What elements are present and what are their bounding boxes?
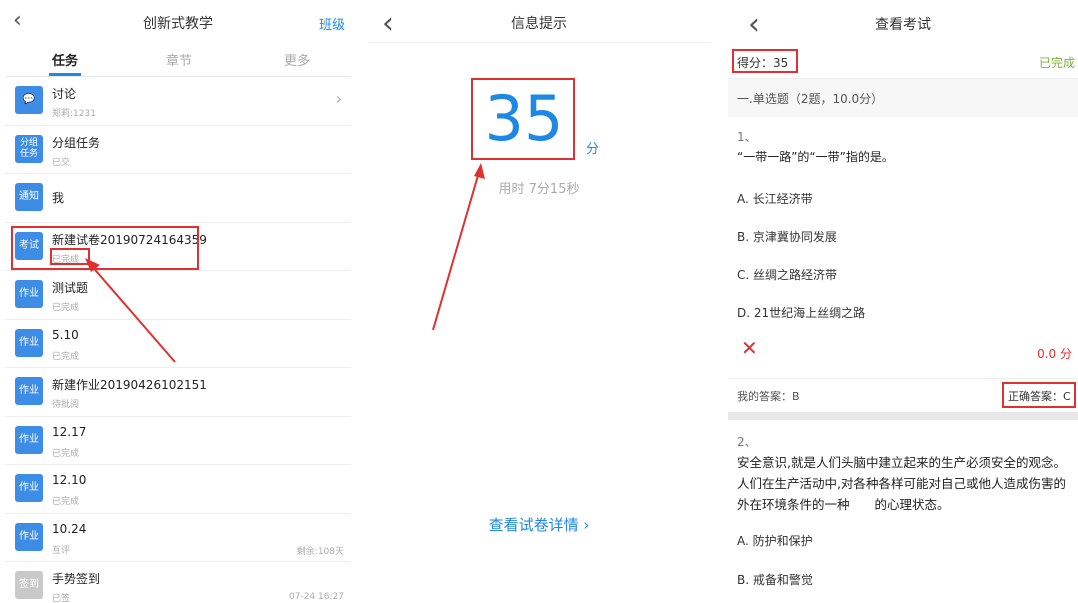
question-number: 1、 <box>737 130 757 144</box>
status-label: 已完成 <box>1038 56 1075 70</box>
question-number: 2、 <box>737 435 757 449</box>
option-b: B. 京津冀协同发展 <box>737 230 837 244</box>
option-c: C. 丝绸之路经济带 <box>737 268 838 282</box>
result-panel: ‹ 信息提示 35 分 用时 7分15秒 查看试卷详情 › <box>368 0 710 603</box>
option-d: D. 21世纪海上丝绸之路 <box>737 306 866 320</box>
option-a: A. 防护和保护 <box>737 534 813 548</box>
my-answer: 我的答案：B <box>737 390 800 403</box>
question-text: “一带一路”的“一带”指的是。 <box>737 150 894 164</box>
separator <box>728 412 1078 420</box>
view-exam-detail-link[interactable]: 查看试卷详情 › <box>368 514 710 535</box>
wrong-x-icon: ✕ <box>741 336 758 360</box>
option-b: B. 戒备和警觉 <box>737 573 813 587</box>
page-title: 查看考试 <box>875 17 931 33</box>
section-title: 一.单选题（2题，10.0分） <box>737 92 884 106</box>
score-label-highlight <box>732 49 798 73</box>
annotation-arrow <box>85 258 176 363</box>
option-a: A. 长江经济带 <box>737 192 813 206</box>
question-text: 安全意识,就是人们头脑中建立起来的生产必须安全的观念。人们在生产活动中,对各种各… <box>737 455 1066 512</box>
correct-answer-highlight <box>1002 382 1076 408</box>
annotation-arrow <box>432 163 485 331</box>
section-header: 一.单选题（2题，10.0分） <box>728 79 1078 117</box>
question-points: 0.0 分 <box>1037 347 1072 361</box>
task-list-panel: ‹ 创新式教学 班级 任务 章节 更多 💬 讨论 郑莉:1231 › 分组 任务 分组任务… <box>5 0 351 603</box>
exam-review-panel: ‹ 查看考试 得分：35 已完成 一.单选题（2题，10.0分） 1、 “一带一… <box>728 0 1078 603</box>
